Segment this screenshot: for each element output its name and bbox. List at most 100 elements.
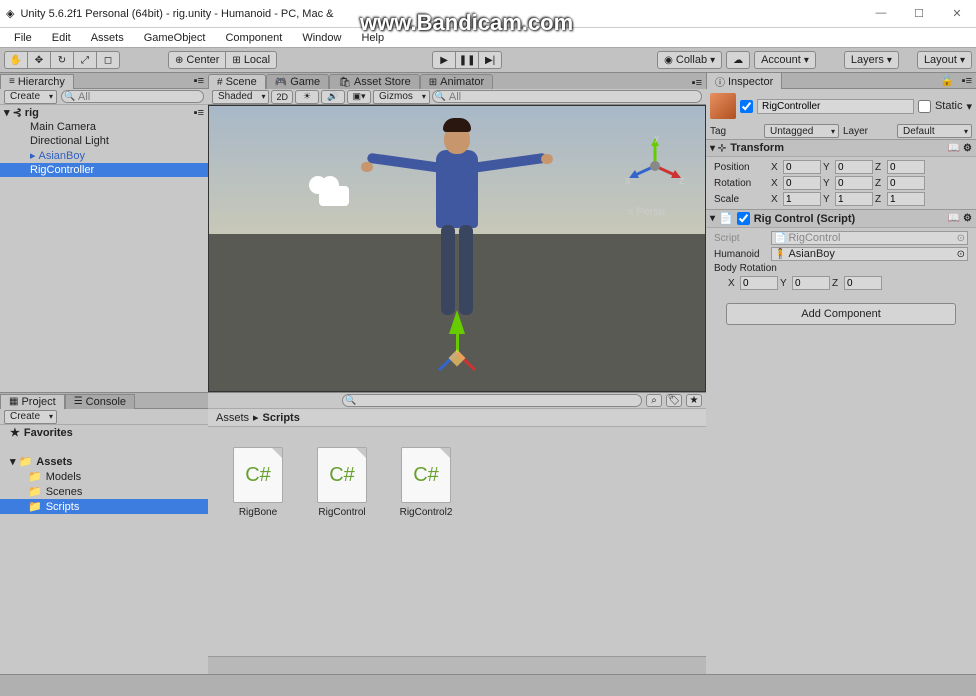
cloud-button[interactable]: ☁: [726, 51, 750, 69]
rotate-tool-button[interactable]: ↻: [50, 51, 74, 69]
position-z-input[interactable]: [887, 160, 925, 174]
rigcontrol-component-header[interactable]: ▾ 📄 Rig Control (Script)📖 ⚙: [706, 209, 976, 228]
hierarchy-tree: ▾ ⊰ rig▪≡ Main Camera Directional Light …: [0, 105, 208, 392]
rotation-y-input[interactable]: [835, 176, 873, 190]
tab-asset-store[interactable]: 🛍 Asset Store: [329, 74, 420, 89]
project-create-dropdown[interactable]: Create: [4, 410, 57, 424]
rotation-z-input[interactable]: [887, 176, 925, 190]
orientation-gizmo[interactable]: xyz: [625, 136, 685, 196]
csharp-script-icon: C#: [317, 447, 367, 503]
rect-tool-button[interactable]: ◻: [96, 51, 120, 69]
tab-hierarchy[interactable]: ≡ Hierarchy: [0, 74, 74, 89]
panel-menu-icon[interactable]: ▪≡: [688, 77, 706, 89]
hierarchy-create-dropdown[interactable]: Create: [4, 90, 57, 104]
collab-button[interactable]: ◉ Collab ▾: [657, 51, 722, 69]
tab-inspector[interactable]: ⓘ Inspector: [706, 72, 782, 90]
menu-component[interactable]: Component: [215, 30, 292, 46]
tab-project[interactable]: ▦ Project: [0, 394, 65, 409]
static-label: Static: [935, 100, 963, 112]
hierarchy-item-selected[interactable]: RigController: [0, 163, 208, 177]
folder-item[interactable]: 📁 Scenes: [0, 484, 208, 499]
panel-menu-icon[interactable]: ▪≡: [190, 75, 208, 87]
favorites-header[interactable]: ★ Favorites: [0, 425, 208, 440]
gameobject-active-checkbox[interactable]: [740, 100, 753, 113]
transform-component-header[interactable]: ▾ ⊹ Transform📖 ⚙: [706, 139, 976, 157]
audio-toggle[interactable]: 🔊: [321, 90, 345, 104]
maximize-button[interactable]: ☐: [906, 7, 932, 20]
menu-edit[interactable]: Edit: [42, 30, 81, 46]
account-button[interactable]: Account ▾: [754, 51, 816, 69]
scale-x-input[interactable]: [783, 192, 821, 206]
hand-tool-button[interactable]: ✋: [4, 51, 28, 69]
scale-y-input[interactable]: [835, 192, 873, 206]
tab-scene[interactable]: # Scene: [208, 74, 266, 89]
center-tabbar: # Scene 🎮 Game 🛍 Asset Store ⊞ Animator …: [208, 73, 706, 89]
scene-viewport[interactable]: ≡ Persp xyz: [208, 105, 706, 392]
filter-icon[interactable]: ⌕: [646, 394, 662, 407]
watermark-text: www.Bandicam.com: [360, 10, 573, 36]
move-gizmo[interactable]: [437, 302, 477, 381]
asset-item[interactable]: C# RigBone: [228, 447, 288, 518]
asset-footer: [208, 656, 706, 674]
hierarchy-scene-root[interactable]: ▾ ⊰ rig▪≡: [0, 105, 208, 120]
svg-text:x: x: [625, 175, 631, 187]
panel-menu-icon[interactable]: ▪≡: [958, 75, 976, 87]
menu-assets[interactable]: Assets: [81, 30, 134, 46]
bodyrot-x-input[interactable]: [740, 276, 778, 290]
breadcrumb-item[interactable]: Assets: [216, 412, 249, 424]
humanoid-field[interactable]: 🧍 AsianBoy⊙: [771, 247, 968, 261]
mode-2d-toggle[interactable]: 2D: [271, 90, 293, 104]
gameobject-name-input[interactable]: [757, 99, 914, 114]
rotation-x-input[interactable]: [783, 176, 821, 190]
add-component-button[interactable]: Add Component: [726, 303, 956, 325]
breadcrumb-item[interactable]: Scripts: [263, 412, 300, 424]
asset-breadcrumb: Assets ▸ Scripts: [208, 409, 706, 427]
hierarchy-item[interactable]: ▸ AsianBoy: [0, 148, 208, 163]
asset-label: RigBone: [239, 507, 277, 518]
tab-console[interactable]: ☰ Console: [65, 394, 135, 409]
pause-button[interactable]: ❚❚: [455, 51, 479, 69]
lock-icon[interactable]: 🔒: [936, 74, 958, 87]
tab-animator[interactable]: ⊞ Animator: [420, 74, 493, 89]
pivot-local-button[interactable]: ⊞ Local: [225, 51, 277, 69]
static-checkbox[interactable]: [918, 100, 931, 113]
tag-dropdown[interactable]: Untagged: [764, 124, 839, 138]
play-button[interactable]: ▶: [432, 51, 456, 69]
hierarchy-item[interactable]: Directional Light: [0, 134, 208, 148]
lighting-toggle[interactable]: ☀: [295, 90, 319, 104]
asset-item[interactable]: C# RigControl: [312, 447, 372, 518]
scale-z-input[interactable]: [887, 192, 925, 206]
component-enabled-checkbox[interactable]: [737, 212, 750, 225]
bodyrot-z-input[interactable]: [844, 276, 882, 290]
layer-dropdown[interactable]: Default: [897, 124, 972, 138]
minimize-button[interactable]: —: [868, 7, 894, 20]
close-button[interactable]: ✕: [944, 7, 970, 20]
camera-mode-label[interactable]: ≡ Persp: [628, 206, 665, 218]
position-y-input[interactable]: [835, 160, 873, 174]
hierarchy-item[interactable]: Main Camera: [0, 120, 208, 134]
bodyrot-y-input[interactable]: [792, 276, 830, 290]
layout-button[interactable]: Layout ▾: [917, 51, 972, 69]
pivot-center-button[interactable]: ⊕ Center: [168, 51, 226, 69]
script-field[interactable]: 📄 RigControl⊙: [771, 231, 968, 245]
layers-button[interactable]: Layers ▾: [844, 51, 899, 69]
folder-item-selected[interactable]: 📁 Scripts: [0, 499, 208, 514]
shading-mode-dropdown[interactable]: Shaded: [212, 90, 269, 104]
assets-root[interactable]: ▾ 📁 Assets: [0, 454, 208, 469]
label-filter-icon[interactable]: 🏷: [666, 394, 682, 407]
save-search-icon[interactable]: ★: [686, 394, 702, 407]
scale-tool-button[interactable]: ⤢: [73, 51, 97, 69]
gameobject-icon: [710, 93, 736, 119]
menu-file[interactable]: File: [4, 30, 42, 46]
menu-window[interactable]: Window: [292, 30, 351, 46]
folder-item[interactable]: 📁 Models: [0, 469, 208, 484]
asset-label: RigControl2: [400, 507, 453, 518]
hierarchy-search-input[interactable]: All: [61, 90, 204, 103]
position-x-input[interactable]: [783, 160, 821, 174]
move-tool-button[interactable]: ✥: [27, 51, 51, 69]
step-button[interactable]: ▶|: [478, 51, 502, 69]
tab-game[interactable]: 🎮 Game: [266, 74, 329, 89]
project-search-input[interactable]: [342, 394, 642, 407]
asset-item[interactable]: C# RigControl2: [396, 447, 456, 518]
menu-gameobject[interactable]: GameObject: [134, 30, 216, 46]
